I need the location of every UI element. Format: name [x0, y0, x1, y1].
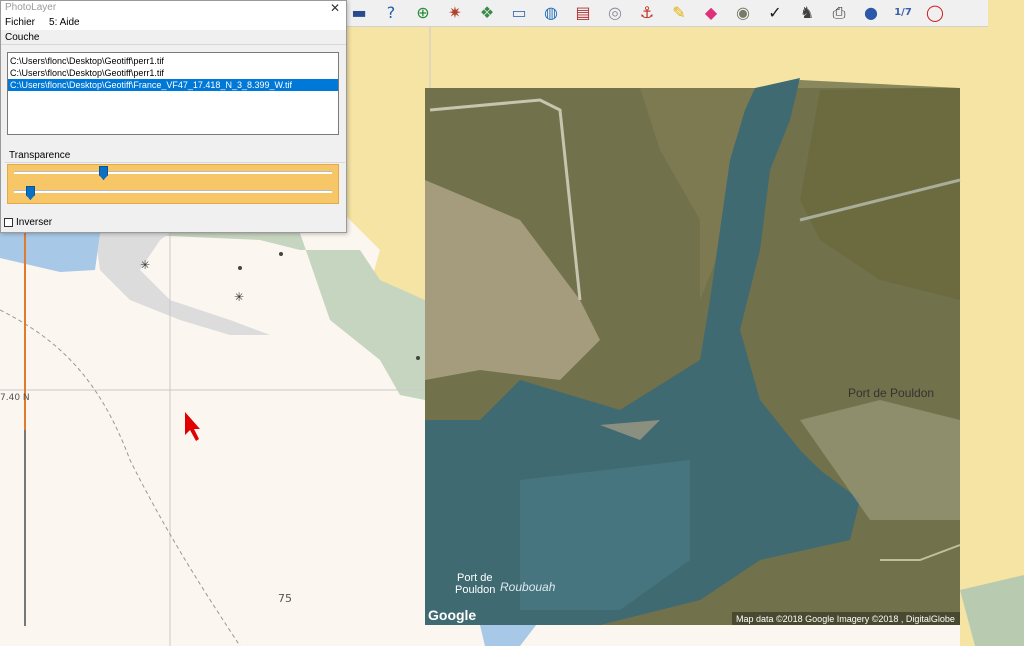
satellite-icon[interactable]: ✷ [440, 1, 470, 26]
chart-icon[interactable]: ▤ [568, 1, 598, 26]
route-icon[interactable]: ✓ [760, 1, 790, 26]
bay-label: Roubouah [500, 580, 556, 594]
port-label-chart: Port de Pouldon [848, 386, 934, 400]
place-label-1: Port de [457, 572, 492, 584]
menu-bar: Fichier 5: Aide [1, 14, 346, 30]
dog-icon[interactable]: ♞ [792, 1, 822, 26]
wreck-marker: ✳ [234, 290, 244, 304]
slider-track [14, 190, 332, 193]
main-toolbar: ▬? ⊕ ✷ ❖ ▭ ◍ ▤ ◎ ⚓ ✎ ◆ ◉ ✓ ♞ ⎙ ● 1/7 ◯ [342, 0, 988, 27]
layer-list[interactable]: C:\Users\flonc\Desktop\Geotiff\perr1.tif… [7, 52, 339, 135]
portolan-icon[interactable]: ▭ [504, 1, 534, 26]
layers-icon[interactable]: ❖ [472, 1, 502, 26]
target-icon[interactable]: ⊕ [408, 1, 438, 26]
compass-icon[interactable]: ◉ [728, 1, 758, 26]
menu-file[interactable]: Fichier [5, 17, 35, 28]
google-logo: Google [428, 607, 476, 623]
latitude-label: 7.40 N [0, 393, 30, 403]
invert-option[interactable]: Inverser [4, 217, 52, 228]
window-titlebar: PhotoLayer ✕ [1, 1, 346, 15]
transparency-group-title: Transparence [5, 150, 345, 163]
secondary-slider-thumb[interactable] [25, 186, 35, 200]
close-icon[interactable]: ✕ [330, 1, 340, 15]
transparency-sliders [7, 164, 339, 204]
pencil-icon[interactable]: ✎ [664, 1, 694, 26]
rock-dot [238, 266, 242, 270]
layer-group-title: Couche [1, 32, 346, 45]
eraser-icon[interactable]: ◆ [696, 1, 726, 26]
printer-icon[interactable]: ⎙ [824, 1, 854, 26]
satellite-overlay [425, 78, 961, 625]
photolayer-window: PhotoLayer ✕ Fichier 5: Aide Couche C:\U… [0, 0, 347, 233]
radar-icon[interactable]: ◎ [600, 1, 630, 26]
anchor-icon[interactable]: ⚓ [632, 1, 662, 26]
lifebuoy-icon[interactable]: ◯ [920, 1, 950, 26]
wreck-marker: ✳ [140, 258, 150, 272]
layer-item-selected[interactable]: C:\Users\flonc\Desktop\Geotiff\France_VF… [8, 79, 338, 91]
globe-icon[interactable]: ◍ [536, 1, 566, 26]
transparency-slider-thumb[interactable] [99, 166, 109, 180]
map-strip-icon[interactable]: ▬ [344, 1, 374, 26]
world-icon[interactable]: ● [856, 1, 886, 26]
invert-label: Inverser [16, 217, 53, 228]
rock-dot [416, 356, 420, 360]
rock-dot [279, 252, 283, 256]
map-attribution: Map data ©2018 Google Imagery ©2018 , Di… [736, 614, 955, 624]
invert-checkbox[interactable] [4, 218, 13, 227]
menu-help[interactable]: 5: Aide [49, 17, 80, 28]
slider-track [14, 171, 332, 174]
help-icon[interactable]: ? [376, 1, 406, 26]
layer-item[interactable]: C:\Users\flonc\Desktop\Geotiff\perr1.tif [8, 55, 338, 67]
window-title: PhotoLayer [5, 2, 57, 13]
scale-icon[interactable]: 1/7 [888, 1, 918, 26]
place-label-2: Pouldon [455, 584, 495, 596]
sounding-label: 75 [278, 592, 292, 605]
layer-item[interactable]: C:\Users\flonc\Desktop\Geotiff\perr1.tif [8, 67, 338, 79]
